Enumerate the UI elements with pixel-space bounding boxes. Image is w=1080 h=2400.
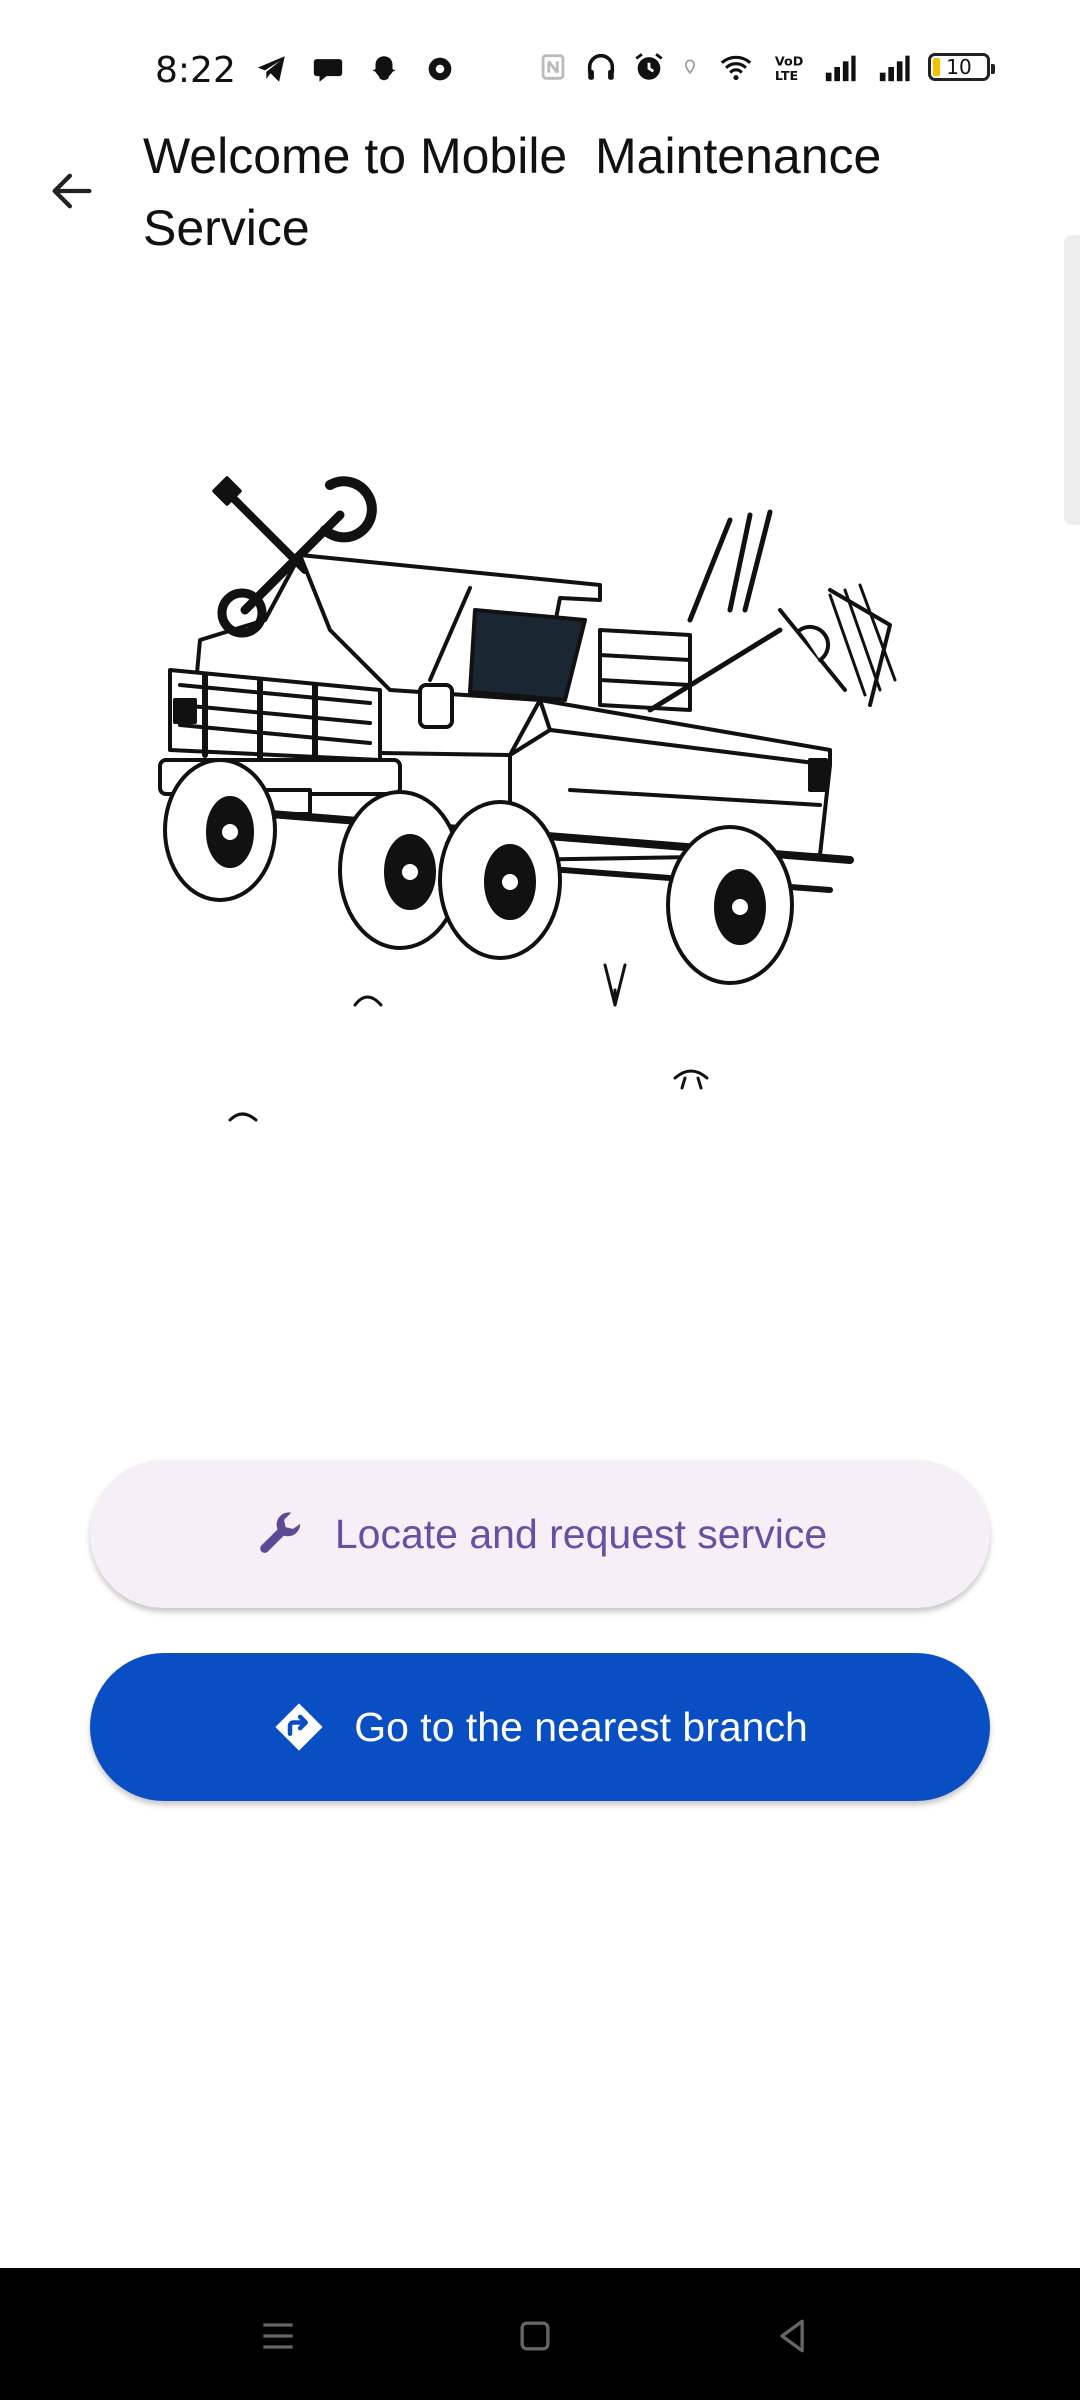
locate-request-service-button[interactable]: Locate and request service [90,1460,990,1608]
scroll-indicator [1064,235,1080,525]
chat-bubble-icon [313,59,343,82]
locate-request-service-label: Locate and request service [334,1510,828,1557]
back-triangle-icon [780,2319,804,2353]
notification-icons [255,52,457,86]
screen: 8:22 VoD LTE 10 Welcome to Mobile Mainte… [0,0,1080,2400]
alarm-icon [635,53,663,80]
app-icon [428,57,452,81]
truck-with-tools-illustration [158,476,897,1122]
telegram-icon [257,56,285,82]
system-nav-bar [0,2268,1080,2400]
svg-text:VoD: VoD [775,55,804,70]
status-time: 8:22 [155,50,236,91]
headphones-icon [587,53,615,80]
signal-icon [825,55,856,82]
back-button[interactable] [36,155,108,227]
svg-text:LTE: LTE [775,69,798,84]
battery-indicator: 10 [928,53,995,81]
page-title: Welcome to Mobile Maintenance Service [143,128,882,256]
app-bar: Welcome to Mobile Maintenance Service [0,110,1080,270]
menu-icon [263,2323,293,2349]
wifi-icon [720,55,752,81]
menu-button[interactable] [250,2308,306,2364]
signal-icon [879,55,910,82]
location-icon [684,59,696,75]
back-nav-button[interactable] [765,2308,821,2364]
wrench-icon [253,1507,307,1561]
nfc-icon [541,54,565,80]
directions-icon [272,1700,326,1754]
system-icons: VoD LTE 10 [536,50,995,84]
nearest-branch-label: Go to the nearest branch [354,1703,808,1750]
snapchat-icon [372,56,396,81]
arrow-back-icon [52,173,92,209]
battery-level: 10 [946,55,972,79]
home-square-icon [520,2321,550,2351]
volte-icon: VoDLTE [775,55,804,84]
home-button[interactable] [507,2308,563,2364]
nearest-branch-button[interactable]: Go to the nearest branch [90,1653,990,1801]
